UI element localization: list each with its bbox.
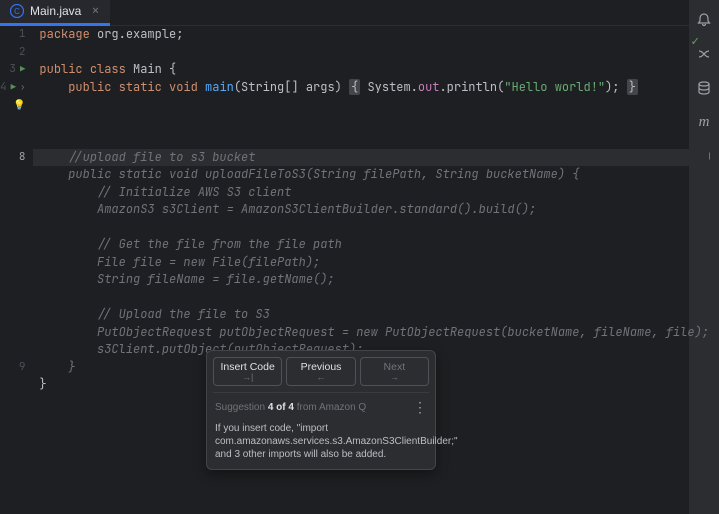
next-button[interactable]: Next→ <box>360 357 429 386</box>
code-line: package org.example; <box>39 26 709 44</box>
suggestion-line: // Upload the file to S3 <box>39 306 709 324</box>
run-icon[interactable]: ▶ <box>11 79 16 97</box>
gutter-line <box>0 114 33 132</box>
code-line-active: //upload file to s3 bucket <box>39 149 709 167</box>
tab-bar: C Main.java × <box>0 0 719 26</box>
more-icon[interactable]: ⋮ <box>413 399 427 416</box>
popup-message: If you insert code, "import com.amazonaw… <box>207 422 435 469</box>
bulb-icon[interactable]: 💡 <box>13 96 25 114</box>
code-line: public class Main { <box>39 61 709 79</box>
suggestion-line <box>39 219 709 237</box>
gutter-line: 💡 <box>0 96 33 114</box>
suggestion-line <box>39 289 709 307</box>
svg-text:C: C <box>14 7 20 16</box>
insert-code-button[interactable]: Insert Code→| <box>213 357 282 386</box>
gutter-line <box>0 166 33 184</box>
gutter-line <box>0 201 33 219</box>
tab-main-java[interactable]: C Main.java × <box>0 0 110 26</box>
previous-button[interactable]: Previous← <box>286 357 355 386</box>
gutter-line: 4▶› <box>0 79 33 97</box>
suggestion-popup: Insert Code→| Previous← Next→ Suggestion… <box>206 350 436 470</box>
code-line <box>39 114 709 132</box>
java-class-icon: C <box>10 4 24 18</box>
popup-info: Suggestion 4 of 4 from Amazon Q ⋮ <box>207 393 435 422</box>
gutter-line <box>0 306 33 324</box>
code-line: public static void main(String[] args) {… <box>39 79 709 97</box>
suggestion-line: // Get the file from the file path <box>39 236 709 254</box>
gutter-line <box>0 236 33 254</box>
gutter-line: 3▶ <box>0 61 33 79</box>
gutter-line <box>0 131 33 149</box>
gutter-line: 2 <box>0 44 33 62</box>
gutter-line <box>0 324 33 342</box>
gutter-line <box>0 254 33 272</box>
suggestion-line: public static void uploadFileToS3(String… <box>39 166 709 184</box>
code-line <box>39 44 709 62</box>
gutter-line: 1 <box>0 26 33 44</box>
suggestion-line: AmazonS3 s3Client = AmazonS3ClientBuilde… <box>39 201 709 219</box>
gutter-line <box>0 271 33 289</box>
gutter-line <box>0 219 33 237</box>
tab-filename: Main.java <box>30 4 81 18</box>
gutter-line: 9 <box>0 359 33 377</box>
code-line <box>39 131 709 149</box>
suggestion-line: // Initialize AWS S3 client <box>39 184 709 202</box>
gutter-line <box>0 289 33 307</box>
gutter: 1 2 3▶ 4▶› 💡 8 9 <box>0 26 33 514</box>
suggestion-line: File file = new File(filePath); <box>39 254 709 272</box>
gutter-line <box>0 184 33 202</box>
inspection-ok-icon[interactable]: ✓ <box>691 32 699 49</box>
close-icon[interactable]: × <box>91 2 99 20</box>
run-icon[interactable]: ▶ <box>20 61 25 79</box>
popup-button-row: Insert Code→| Previous← Next→ <box>207 351 435 392</box>
chevron-right-icon[interactable]: › <box>20 79 25 97</box>
suggestion-line: PutObjectRequest putObjectRequest = new … <box>39 324 709 342</box>
suggestion-line: String fileName = file.getName(); <box>39 271 709 289</box>
gutter-line <box>0 341 33 359</box>
code-line <box>39 96 709 114</box>
gutter-line: 8 <box>0 149 33 167</box>
